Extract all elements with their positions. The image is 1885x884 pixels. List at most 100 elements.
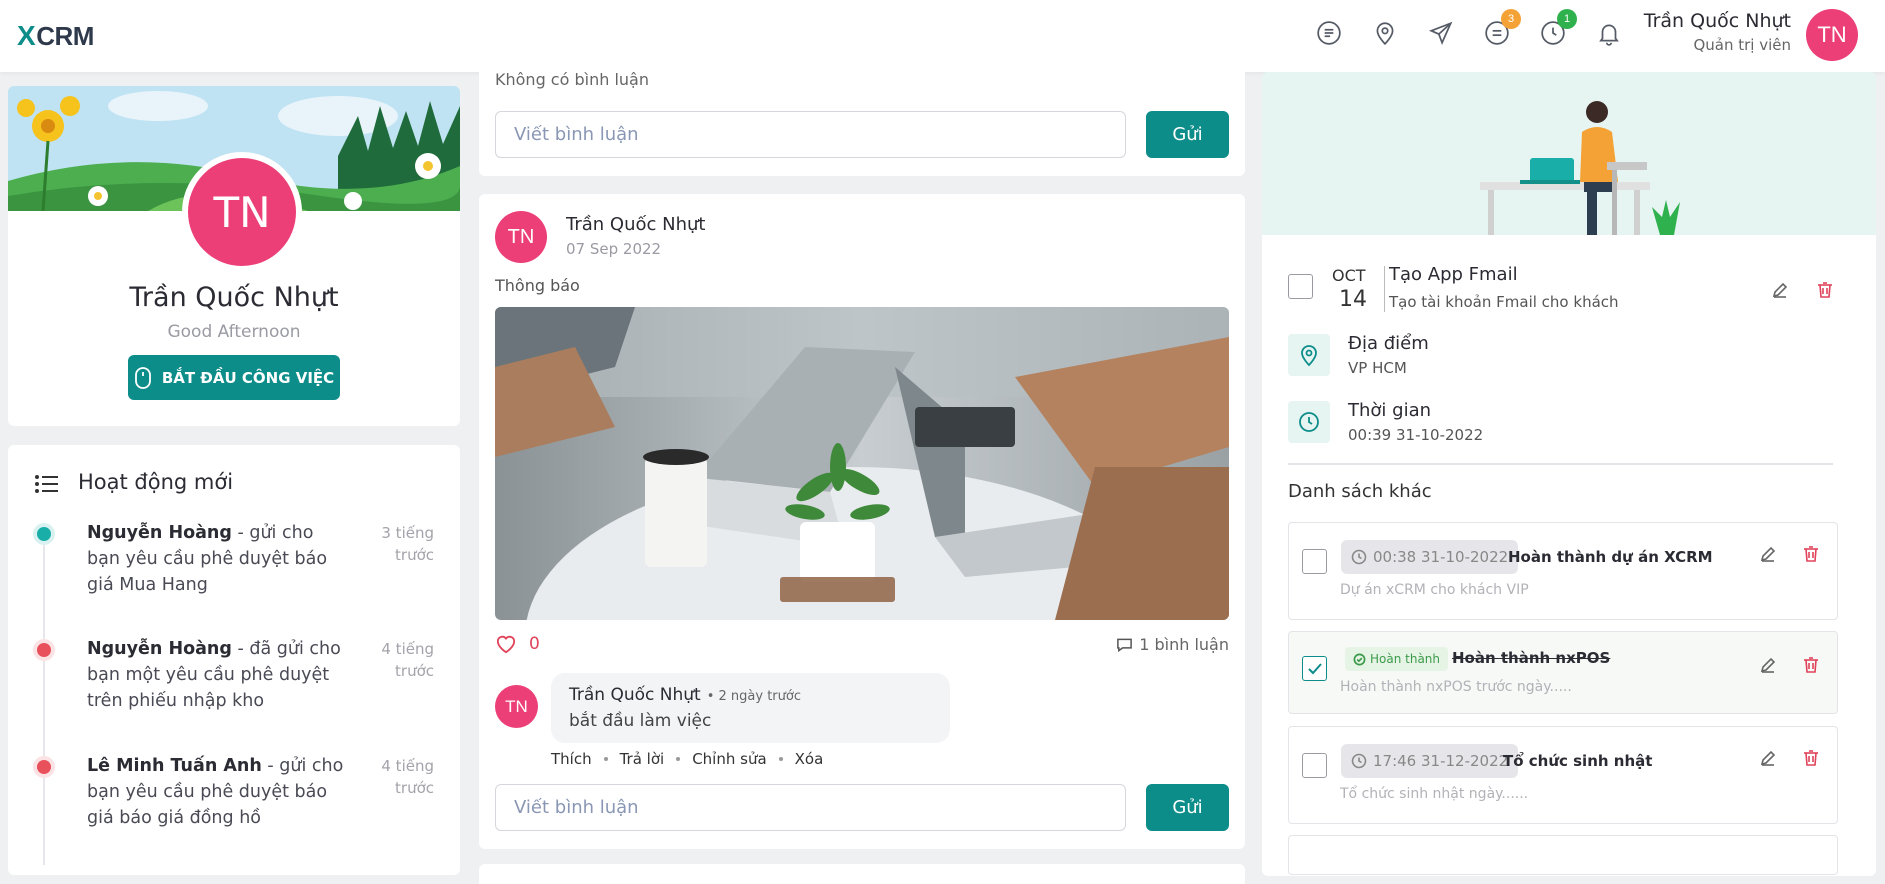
task-checkbox-checked[interactable] (1302, 656, 1327, 681)
done-status: Hoàn thành (1370, 652, 1441, 666)
comment-reply-action[interactable]: Trả lời (620, 750, 665, 768)
profile-avatar[interactable]: TN (182, 152, 302, 272)
edit-icon[interactable] (1759, 656, 1777, 674)
edit-icon[interactable] (1759, 545, 1777, 563)
edit-icon[interactable] (1759, 749, 1777, 767)
trash-icon[interactable] (1816, 281, 1834, 299)
activity-text: Nguyễn Hoàng - gửi cho bạn yêu cầu phê d… (87, 520, 349, 598)
post-author-avatar[interactable]: TN (495, 211, 547, 263)
timeline-dot (37, 760, 51, 774)
time-label: Thời gian (1348, 400, 1432, 421)
trash-icon[interactable] (1802, 545, 1820, 563)
activity-time: 4 tiếng trước (381, 757, 434, 797)
comment-author-name[interactable]: Trần Quốc Nhựt (569, 685, 701, 705)
activity-card: Hoạt động mới Nguyễn Hoàng - gửi cho bạn… (8, 445, 460, 875)
note-icon[interactable] (1315, 19, 1343, 47)
task-checkbox[interactable] (1288, 274, 1313, 299)
edit-icon[interactable] (1771, 281, 1789, 299)
clock-icon (1351, 549, 1367, 565)
location-pin-icon (1288, 334, 1330, 376)
task-icon[interactable]: 3 (1483, 9, 1521, 47)
clock-icon (1288, 401, 1330, 443)
post-card: TN Trần Quốc Nhựt 07 Sep 2022 Thông báo … (479, 194, 1245, 849)
time-value: 00:39 31-10-2022 (1348, 426, 1484, 444)
comment-edit-action[interactable]: Chỉnh sửa (692, 750, 766, 768)
task-time: 00:38 31-10-2022 (1373, 548, 1509, 566)
post-date: 07 Sep 2022 (566, 240, 662, 258)
clock-icon[interactable]: 1 (1539, 9, 1577, 47)
comment-input[interactable]: Viết bình luận (495, 784, 1126, 831)
logo-x: X (17, 20, 36, 51)
activity-author: Nguyễn Hoàng (87, 523, 232, 543)
previous-post-comments: Không có bình luận Viết bình luận Gửi (479, 62, 1245, 176)
task-badge: 3 (1501, 9, 1521, 29)
profile-card: TN Trần Quốc Nhựt Good Afternoon BẮT ĐẦU… (8, 86, 460, 426)
task-title[interactable]: Tạo App Fmail (1389, 264, 1518, 285)
task-subtitle: Hoàn thành nxPOS trước ngày..... (1340, 679, 1572, 695)
clock-icon (1351, 753, 1367, 769)
logo-text: CRM (36, 20, 94, 51)
other-task-card[interactable]: 00:38 31-10-2022 Hoàn thành dự án XCRM D… (1288, 522, 1838, 620)
task-subtitle: Tổ chức sinh nhật ngày...... (1340, 786, 1529, 802)
xcrm-logo[interactable]: X CRM (17, 20, 94, 51)
separator-dot (676, 757, 681, 761)
activity-time: 3 tiếng trước (381, 524, 434, 564)
comment-avatar[interactable]: TN (495, 685, 538, 728)
mouse-icon (134, 366, 151, 389)
check-circle-icon (1353, 653, 1366, 665)
list-icon (34, 473, 60, 495)
other-task-card[interactable]: 17:46 31-12-2022 Tổ chức sinh nhật Tổ ch… (1288, 726, 1838, 824)
post-text: Thông báo (495, 276, 580, 295)
task-panel: OCT 14 Tạo App Fmail Tạo tài khoản Fmail… (1262, 72, 1876, 876)
heart-icon (496, 635, 516, 654)
task-title: Hoàn thành dự án XCRM (1508, 548, 1713, 566)
activity-author: Lê Minh Tuấn Anh (87, 756, 262, 776)
task-checkbox[interactable] (1302, 753, 1327, 778)
task-time-chip: 00:38 31-10-2022 (1341, 540, 1519, 574)
comment-bubble: Trần Quốc Nhựt • 2 ngày trước bắt đầu làm… (551, 673, 950, 743)
post-author-name[interactable]: Trần Quốc Nhựt (566, 214, 705, 235)
activity-author: Nguyễn Hoàng (87, 639, 232, 659)
timeline-line (43, 535, 45, 865)
comment-input[interactable]: Viết bình luận (495, 111, 1126, 158)
send-comment-button[interactable]: Gửi (1146, 111, 1229, 158)
other-task-card[interactable] (1288, 835, 1838, 875)
comment-icon (1117, 638, 1133, 652)
profile-greeting: Good Afternoon (167, 322, 301, 342)
comment-count-label: 1 bình luận (1139, 635, 1229, 654)
comment-actions: Thích Trả lời Chỉnh sửa Xóa (551, 750, 823, 768)
task-illustration (1262, 72, 1876, 235)
comment-count[interactable]: 1 bình luận (1116, 635, 1229, 654)
separator-dot (778, 757, 783, 761)
bell-icon[interactable] (1595, 19, 1623, 47)
start-work-button[interactable]: BẮT ĐẦU CÔNG VIỆC (128, 355, 340, 400)
task-checkbox[interactable] (1302, 549, 1327, 574)
other-task-card[interactable]: Hoàn thành Hoàn thành nxPOS Hoàn thành n… (1288, 631, 1838, 714)
timeline-dot (37, 527, 51, 541)
header-avatar[interactable]: TN (1806, 9, 1858, 61)
activity-text: Nguyễn Hoàng - đã gửi cho bạn một yêu cầ… (87, 636, 349, 714)
comment-like-action[interactable]: Thích (551, 750, 592, 768)
trash-icon[interactable] (1802, 749, 1820, 767)
comment-delete-action[interactable]: Xóa (795, 750, 824, 768)
task-month: OCT (1332, 266, 1366, 285)
start-work-label: BẮT ĐẦU CÔNG VIỆC (161, 368, 335, 387)
divider (1288, 463, 1833, 465)
comment-text: bắt đầu làm việc (569, 711, 712, 731)
next-post-card (479, 864, 1245, 884)
profile-name: Trần Quốc Nhựt (129, 282, 339, 313)
activity-title: Hoạt động mới (78, 470, 234, 494)
send-icon[interactable] (1427, 19, 1455, 47)
trash-icon[interactable] (1802, 656, 1820, 674)
task-title: Hoàn thành nxPOS (1452, 649, 1611, 667)
location-pin-icon[interactable] (1371, 19, 1399, 47)
location-label: Địa điểm (1348, 333, 1429, 354)
no-comment-text: Không có bình luận (495, 70, 649, 89)
header-user-role: Quản trị viên (1693, 36, 1791, 54)
header-user-name[interactable]: Trần Quốc Nhựt (1644, 10, 1791, 32)
send-comment-button[interactable]: Gửi (1146, 784, 1229, 831)
separator-dot (603, 757, 608, 761)
task-day: 14 (1339, 287, 1367, 312)
like-button[interactable]: 0 (495, 634, 540, 654)
post-image[interactable] (495, 307, 1229, 620)
